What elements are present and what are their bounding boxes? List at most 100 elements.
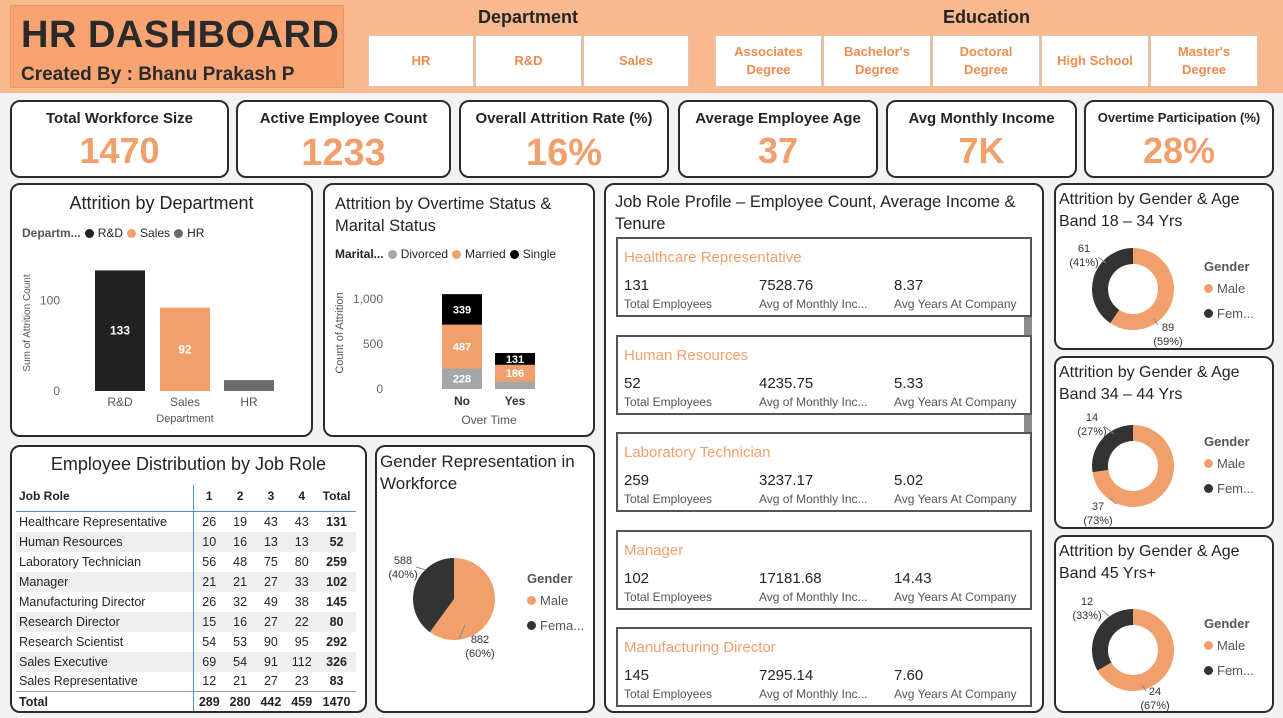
column-header[interactable]: 2 xyxy=(224,485,256,512)
kpi-title: Active Employee Count xyxy=(259,110,428,127)
table-row[interactable]: Laboratory Technician 56 48 75 80 259 xyxy=(16,551,356,572)
table-cell: 26 xyxy=(202,594,217,609)
education-slicer-title: Education xyxy=(942,7,1030,27)
avg-years-at-company-value: 7.60 xyxy=(894,667,924,684)
row-label: Manufacturing Director xyxy=(16,591,194,612)
slice-value-label: 588 xyxy=(394,555,412,567)
slice-percent-label: (67%) xyxy=(1140,700,1169,711)
x-tick-label: HR xyxy=(240,395,258,409)
table-cell: 259 xyxy=(326,554,347,569)
department-slicer-rnd[interactable]: R&D xyxy=(475,35,582,87)
table-cell: 33 xyxy=(286,571,318,592)
slice-percent-label: (60%) xyxy=(465,648,494,660)
table-cell: 56 xyxy=(202,554,217,569)
table-row[interactable]: Sales Executive 69 54 91 112 326 xyxy=(16,651,356,672)
column-header[interactable]: Job Role xyxy=(16,485,194,512)
job-role-card[interactable]: Laboratory Technician 259 3237.17 5.02 Total… xyxy=(616,432,1032,512)
job-role-card[interactable]: Manager 102 17181.68 14.43 Total Employees Av… xyxy=(616,530,1032,610)
attrition-overtime-marital-panel: Attrition by Overtime Status & Marital S… xyxy=(323,183,595,437)
table-cell: 112 xyxy=(286,651,318,672)
table-cell: 292 xyxy=(326,634,347,649)
employee-distribution-table: Job Role 1 2 3 4 Total Healthcare Repres… xyxy=(16,485,356,711)
column-header[interactable]: 1 xyxy=(193,485,225,512)
table-row[interactable]: Manager 21 21 27 33 102 xyxy=(16,571,356,592)
avg-monthly-income-label: Avg of Monthly Inc... xyxy=(759,687,868,701)
job-role-name: Laboratory Technician xyxy=(624,444,771,461)
avg-years-at-company-label: Avg Years At Company xyxy=(894,297,1017,311)
legend-swatch xyxy=(1204,459,1213,468)
avg-monthly-income-label: Avg of Monthly Inc... xyxy=(759,492,868,506)
table-cell: 80 xyxy=(294,554,309,569)
attrition-age-34-44-panel: Attrition by Gender & Age Band 34 – 44 Y… xyxy=(1054,356,1274,529)
table-row[interactable]: Research Scientist 54 53 90 95 292 xyxy=(16,631,356,652)
legend-label: Fema... xyxy=(540,618,585,633)
job-role-card[interactable]: Human Resources 52 4235.75 5.33 Total Employ… xyxy=(616,335,1032,415)
total-employees-label: Total Employees xyxy=(624,492,713,506)
y-tick-label: 0 xyxy=(376,382,383,396)
kpi-average-age: Average Employee Age 37 xyxy=(678,100,878,178)
table-row[interactable]: Research Director 15 16 27 22 80 xyxy=(16,611,356,632)
legend-swatch xyxy=(527,621,536,630)
avg-monthly-income-value: 7528.76 xyxy=(759,277,814,294)
x-axis-label: Over Time xyxy=(461,413,517,427)
department-slicer-hr[interactable]: HR xyxy=(368,35,474,87)
column-header[interactable]: Total xyxy=(317,485,356,512)
table-row[interactable]: Manufacturing Director 26 32 49 38 145 xyxy=(16,591,356,612)
y-axis-label: Sum of Attrition Count xyxy=(22,274,33,371)
table-cell: 102 xyxy=(317,571,356,592)
kpi-title: Total Workforce Size xyxy=(46,110,193,127)
total-employees-value: 131 xyxy=(624,277,650,294)
total-employees-value: 259 xyxy=(624,472,650,489)
legend-title: Gender xyxy=(1204,616,1250,631)
job-role-name: Human Resources xyxy=(624,347,749,364)
table-row[interactable]: Healthcare Representative 26 19 43 43 131 xyxy=(16,511,356,532)
legend-item-female: Fem... xyxy=(1204,663,1254,678)
table-cell: 43 xyxy=(263,514,278,529)
education-slicer-doctoral[interactable]: Doctoral Degree xyxy=(932,35,1040,87)
education-slicer-masters[interactable]: Master's Degree xyxy=(1150,35,1258,87)
legend-swatch xyxy=(1204,309,1213,318)
table-row[interactable]: Sales Representative 12 21 27 23 83 xyxy=(16,671,356,692)
attrition-by-department-panel: Attrition by Department Departm... R&D S… xyxy=(10,183,313,437)
table-cell: 13 xyxy=(286,531,318,552)
avg-years-at-company-value: 5.02 xyxy=(894,472,924,489)
kpi-title: Avg Monthly Income xyxy=(908,110,1055,127)
bar-hr xyxy=(224,380,274,391)
table-row[interactable]: Human Resources 10 16 13 13 52 xyxy=(16,531,356,552)
slice-percent-label: (59%) xyxy=(1153,336,1182,348)
kpi-overtime-participation: Overtime Participation (%) 28% xyxy=(1084,100,1274,178)
department-slicer-sales[interactable]: Sales xyxy=(583,35,689,87)
table-total-row: Total 289 280 442 459 1470 xyxy=(16,691,356,711)
bar-data-label: 487 xyxy=(453,342,471,354)
legend-label: Male xyxy=(1217,638,1246,653)
column-header[interactable]: 3 xyxy=(255,485,287,512)
legend-label: Male xyxy=(1217,281,1246,296)
legend-title: Gender xyxy=(1204,434,1250,449)
legend-title: Gender xyxy=(527,571,573,586)
chart-title: Job Role Profile – Employee Count, Avera… xyxy=(615,193,1016,233)
column-header[interactable]: 4 xyxy=(286,485,318,512)
table-cell: 12 xyxy=(202,674,217,689)
table-cell: 16 xyxy=(224,531,256,552)
bar-data-label: 133 xyxy=(110,324,130,338)
y-tick-label: 1,000 xyxy=(353,292,383,306)
legend-swatch xyxy=(1204,666,1213,675)
attrition-overtime-marital-chart: Count of Attrition 0 500 1,000 228 487 339 No 18… xyxy=(334,292,535,427)
education-slicer-associates[interactable]: Associates Degree xyxy=(715,35,822,87)
slice-percent-label: (41%) xyxy=(1069,257,1098,269)
legend-label: Male xyxy=(1217,456,1246,471)
row-label: Manager xyxy=(16,571,194,592)
kpi-value: 7K xyxy=(958,130,1005,171)
table-cell: 27 xyxy=(255,611,287,632)
row-label: Human Resources xyxy=(16,531,194,552)
slice-percent-label: (73%) xyxy=(1083,515,1112,527)
education-slicer-high-school[interactable]: High School xyxy=(1041,35,1149,87)
job-role-card[interactable]: Healthcare Representative 131 7528.76 8.37 T… xyxy=(616,237,1032,317)
x-axis-label: Department xyxy=(156,413,213,425)
dashboard-title: HR DASHBOARD xyxy=(21,14,340,56)
job-role-card[interactable]: Manufacturing Director 145 7295.14 7.60 Tota… xyxy=(616,627,1032,707)
kpi-value: 16% xyxy=(525,132,603,174)
avg-years-at-company-value: 14.43 xyxy=(894,570,932,587)
education-slicer-bachelors[interactable]: Bachelor's Degree xyxy=(823,35,931,87)
gender-representation-panel: Gender Representation in Workforce 882 (6… xyxy=(375,445,595,713)
